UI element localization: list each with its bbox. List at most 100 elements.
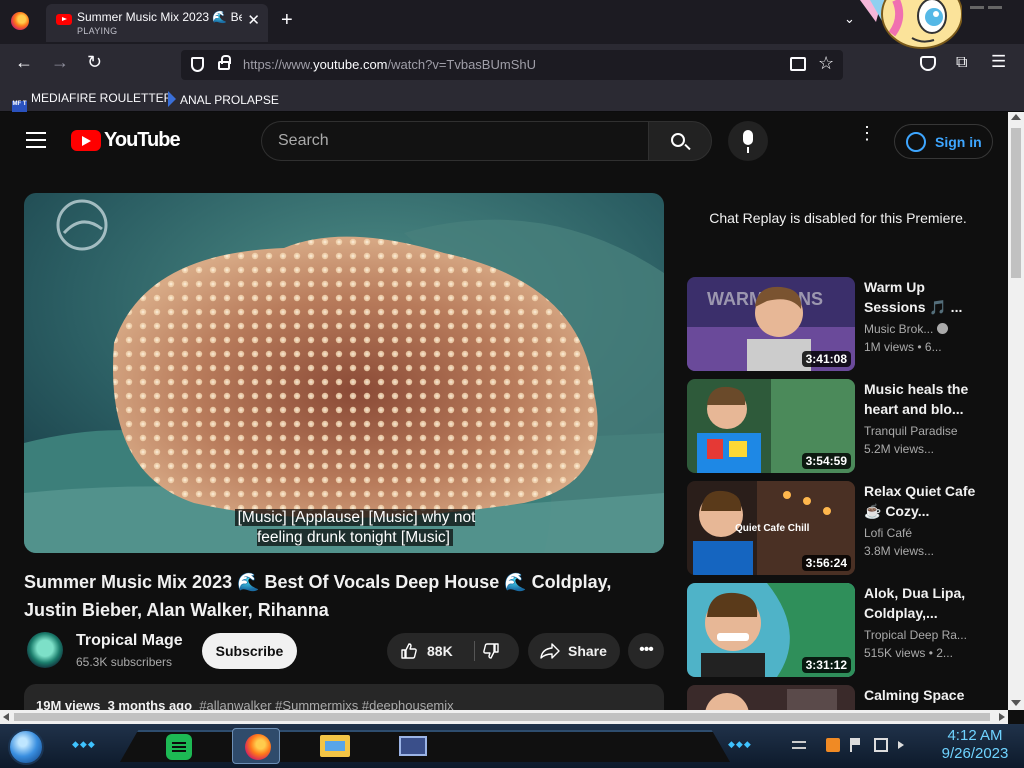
taskbar: ◆◆◆ ◆◆◆ 4:12 AM 9/26/2023: [0, 724, 1024, 768]
vertical-scrollbar[interactable]: [1008, 112, 1024, 710]
action-center-flag-icon[interactable]: [850, 738, 860, 752]
firefox-icon: [245, 734, 271, 760]
voice-search-button[interactable]: [728, 121, 768, 161]
lock-icon[interactable]: [218, 55, 231, 70]
recommendation-title[interactable]: Alok, Dua Lipa, Coldplay,...: [864, 583, 982, 623]
back-button[interactable]: ←: [15, 53, 33, 71]
taskbar-app-spotify[interactable]: [154, 728, 202, 764]
bookmark-star-icon[interactable]: ☆: [818, 53, 834, 74]
recommendation-title[interactable]: Relax Quiet Cafe ☕ Cozy...: [864, 481, 982, 521]
share-button[interactable]: Share: [528, 633, 620, 669]
description-box[interactable]: 19M views 3 months ago #allanwalker #Sum…: [24, 684, 664, 710]
show-hidden-icons-icon[interactable]: [792, 741, 806, 749]
recommendation-channel[interactable]: Lofi Café: [864, 526, 994, 540]
youtube-logo-icon[interactable]: [71, 130, 101, 151]
thumbs-down-icon[interactable]: [482, 642, 500, 660]
pony-sticker-image: [852, 0, 962, 56]
thumbs-up-icon[interactable]: [400, 642, 418, 660]
start-button-orb-icon[interactable]: [8, 729, 44, 765]
like-count[interactable]: 88K: [427, 643, 453, 659]
search-input[interactable]: Search: [278, 132, 638, 150]
system-clock[interactable]: 4:12 AM 9/26/2023: [930, 727, 1020, 763]
microphone-icon: [743, 130, 753, 153]
tab-close-icon[interactable]: ✕: [247, 13, 260, 28]
video-player[interactable]: [Music] [Applause] [Music] why not feeli…: [24, 193, 664, 553]
search-box[interactable]: Search: [261, 121, 649, 161]
tab-title: Summer Music Mix 2023 🌊 Best Of Vocals D…: [77, 10, 242, 24]
folder-icon: [320, 735, 350, 757]
horizontal-scroll-thumb[interactable]: [14, 713, 990, 721]
sign-in-button[interactable]: Sign in: [894, 124, 993, 159]
recommendation-thumbnail[interactable]: 3:54:59: [687, 379, 855, 473]
video-stats: 19M views 3 months ago #allanwalker #Sum…: [36, 698, 454, 710]
taskbar-app-firefox[interactable]: [232, 728, 280, 764]
recommendation-item[interactable]: Quiet Cafe Chill 3:56:24 Relax Quiet Caf…: [687, 481, 997, 575]
url-bar[interactable]: https://www.youtube.com/watch?v=TvbasBUm…: [181, 50, 843, 80]
scroll-right-arrow-icon[interactable]: [999, 713, 1005, 721]
network-icon[interactable]: [874, 738, 888, 752]
recommendation-meta: 515K views • 2...: [864, 646, 953, 660]
search-button[interactable]: [648, 121, 712, 161]
window-app-icon: [399, 736, 427, 756]
extensions-icon[interactable]: ⧉: [956, 54, 967, 72]
clock-date: 9/26/2023: [941, 745, 1009, 762]
youtube-logo-text[interactable]: YouTube: [104, 129, 181, 152]
pocket-icon[interactable]: [920, 56, 936, 71]
recommendation-thumbnail[interactable]: [687, 685, 855, 710]
channel-name[interactable]: Tropical Mage: [76, 632, 183, 650]
scroll-left-arrow-icon[interactable]: [3, 713, 9, 721]
recommendation-meta: 5.2M views...: [864, 442, 935, 456]
tracking-protection-shield-icon[interactable]: [191, 57, 204, 72]
scroll-up-arrow-icon[interactable]: [1011, 114, 1021, 120]
chat-replay-notice: Chat Replay is disabled for this Premier…: [709, 210, 967, 226]
bookmark-arrow-icon: [168, 91, 176, 107]
recommendation-channel[interactable]: Tranquil Paradise: [864, 424, 994, 438]
recommendation-thumbnail[interactable]: 3:31:12: [687, 583, 855, 677]
recommendation-thumbnail[interactable]: Quiet Cafe Chill 3:56:24: [687, 481, 855, 575]
share-label: Share: [568, 643, 607, 659]
recommendation-item[interactable]: 3:54:59 Music heals the heart and blo...…: [687, 379, 997, 473]
youtube-header: YouTube Search ⋮ Sign in: [0, 112, 1008, 170]
new-tab-button[interactable]: +: [281, 10, 293, 30]
bookmark-second[interactable]: ANAL PROLAPSE: [168, 91, 279, 107]
recommendation-title[interactable]: Warm Up Sessions 🎵 ...: [864, 277, 982, 317]
recommendation-title[interactable]: Calming Space: [864, 685, 982, 705]
tab-playing-status: PLAYING: [77, 26, 118, 36]
more-actions-button[interactable]: •••: [628, 633, 664, 669]
youtube-favicon-icon: [56, 14, 72, 25]
recommendation-item[interactable]: WARM SE NS 3:41:08 Warm Up Sessions 🎵 ..…: [687, 277, 997, 371]
recommendation-title[interactable]: Music heals the heart and blo...: [864, 379, 982, 419]
scroll-down-arrow-icon[interactable]: [1011, 700, 1021, 706]
recommendation-item[interactable]: 3:31:12 Alok, Dua Lipa, Coldplay,... Tro…: [687, 583, 997, 677]
forward-button[interactable]: →: [51, 53, 69, 71]
vertical-scroll-thumb[interactable]: [1011, 128, 1021, 278]
subscribe-button[interactable]: Subscribe: [202, 633, 297, 669]
picture-in-picture-icon[interactable]: [790, 57, 806, 71]
guide-menu-icon[interactable]: [26, 132, 46, 148]
settings-more-icon[interactable]: ⋮: [858, 124, 876, 152]
volume-icon[interactable]: [898, 741, 904, 749]
like-dislike-group: 88K: [387, 633, 519, 669]
channel-avatar[interactable]: [27, 632, 63, 668]
video-duration: 3:56:24: [801, 555, 851, 571]
clock-time: 4:12 AM: [947, 727, 1003, 744]
browser-tab-active[interactable]: Summer Music Mix 2023 🌊 Best Of Vocals D…: [46, 4, 268, 42]
reload-button[interactable]: ↻: [87, 53, 102, 71]
video-frame-anemone: [24, 193, 664, 553]
recommendation-item[interactable]: Calming Space: [687, 685, 997, 710]
recommendation-channel[interactable]: Tropical Deep Ra...: [864, 628, 994, 642]
bookmarks-toolbar: MF T MEDIAFIRE ROULETTER ANAL PROLAPSE: [0, 86, 1024, 116]
window-controls[interactable]: [968, 0, 1024, 12]
url-text[interactable]: https://www.youtube.com/watch?v=TvbasBUm…: [243, 57, 536, 72]
firefox-logo-icon[interactable]: [11, 12, 29, 30]
video-duration: 3:54:59: [801, 453, 851, 469]
taskbar-app-file-explorer[interactable]: [310, 728, 358, 764]
like-divider: [474, 641, 475, 661]
recommendation-channel[interactable]: Music Brok...: [864, 322, 994, 336]
horizontal-scrollbar[interactable]: [0, 710, 1008, 724]
app-tray-icon[interactable]: [826, 738, 840, 752]
recommendation-meta: 1M views • 6...: [864, 340, 942, 354]
taskbar-app-window[interactable]: [388, 728, 436, 764]
browser-menu-icon[interactable]: ☰: [991, 52, 1006, 72]
recommendation-thumbnail[interactable]: WARM SE NS 3:41:08: [687, 277, 855, 371]
